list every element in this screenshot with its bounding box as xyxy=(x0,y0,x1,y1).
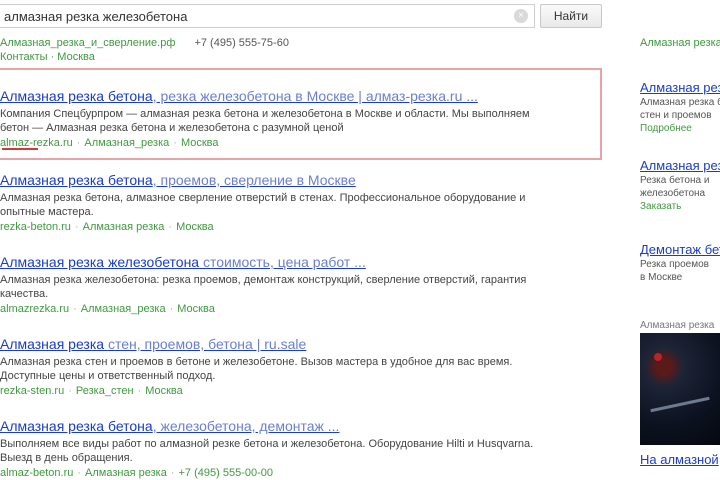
result-meta: almaz-rezka.ru · Алмазная_резка · Москва xyxy=(0,137,219,149)
result-snippet: опытные мастера. xyxy=(0,206,94,218)
sidebar-ad: Демонтаж бетона Резка проемов в Москве xyxy=(640,242,720,284)
result-title[interactable]: Алмазная резка стен, проемов, бетона | r… xyxy=(0,336,590,353)
result-item: Алмазная резка бетона, проемов, сверлени… xyxy=(0,172,590,234)
top-ad: Алмазная_резка_и_сверление.рф +7 (495) 5… xyxy=(0,36,540,64)
top-ad-sublinks[interactable]: Контакты · Москва xyxy=(0,50,540,64)
sidebar-image-caption[interactable]: На алмазной xyxy=(640,452,719,467)
result-meta: almazrezka.ru · Алмазная_резка · Москва xyxy=(0,303,215,315)
image-highlight xyxy=(654,353,662,361)
result-url[interactable]: almaz-rezka.ru xyxy=(0,137,73,149)
result-snippet: Алмазная резка стен и проемов в бетоне и… xyxy=(0,356,513,368)
sidebar-ad-title[interactable]: Алмазная резка xyxy=(640,158,720,174)
result-city[interactable]: Алмазная резка xyxy=(83,221,165,233)
result-title[interactable]: Алмазная резка бетона, проемов, сверлени… xyxy=(0,172,590,189)
sidebar: Алмазная резка в Москве Алмазная резка А… xyxy=(640,36,720,316)
result-region[interactable]: Москва xyxy=(145,385,183,397)
result-title[interactable]: Алмазная резка железобетона стоимость, ц… xyxy=(0,254,590,271)
result-item: Алмазная резка железобетона стоимость, ц… xyxy=(0,254,590,316)
result-city[interactable]: Алмазная резка xyxy=(85,467,167,479)
result-title[interactable]: Алмазная резка бетона, резка железобетон… xyxy=(0,88,590,105)
result-snippet: Выезд в день обращения. xyxy=(0,452,133,464)
sidebar-top-text[interactable]: Алмазная резка в Москве xyxy=(640,36,720,50)
result-item: Алмазная резка бетона, железобетона, дем… xyxy=(0,418,590,480)
result-meta: rezka-beton.ru · Алмазная резка · Москва xyxy=(0,221,214,233)
sidebar-ad-snippet: стен и проемов xyxy=(640,110,712,121)
top-ad-site[interactable]: Алмазная_резка_и_сверление.рф xyxy=(0,37,175,49)
result-url[interactable]: almazrezka.ru xyxy=(0,303,69,315)
sidebar-ad: Алмазная резка Алмазная резка бетона сте… xyxy=(640,80,720,135)
result-snippet: Компания Спецбурпром — алмазная резка бе… xyxy=(0,108,530,120)
sidebar-ad-snippet: Резка проемов xyxy=(640,259,709,270)
result-snippet: Выполняем все виды работ по алмазной рез… xyxy=(0,438,534,450)
sidebar-ad-title[interactable]: Демонтаж бетона xyxy=(640,242,720,258)
image-streak xyxy=(650,396,710,413)
search-button[interactable]: Найти xyxy=(540,4,602,28)
result-region[interactable]: Москва xyxy=(181,137,219,149)
sidebar-ad: Алмазная резка Резка бетона и железобето… xyxy=(640,158,720,213)
top-ad-phone[interactable]: +7 (495) 555-75-60 xyxy=(194,37,288,49)
sidebar-image-label: Алмазная резка xyxy=(640,320,715,331)
result-title[interactable]: Алмазная резка бетона, железобетона, дем… xyxy=(0,418,590,435)
result-region[interactable]: +7 (495) 555-00-00 xyxy=(179,467,273,479)
result-url[interactable]: almaz-beton.ru xyxy=(0,467,73,479)
sidebar-ad-snippet: в Москве xyxy=(640,272,683,283)
result-snippet: бетон — Алмазная резка бетона и железобе… xyxy=(0,122,344,134)
sidebar-image[interactable] xyxy=(640,333,720,445)
sidebar-ad-snippet: Резка бетона и xyxy=(640,175,710,186)
result-snippet: качества. xyxy=(0,288,49,300)
result-region[interactable]: Москва xyxy=(176,221,214,233)
result-meta: rezka-sten.ru · Резка_стен · Москва xyxy=(0,385,183,397)
search-bar: × xyxy=(0,4,535,28)
result-snippet: Доступные цены и ответственный подход. xyxy=(0,370,216,382)
result-snippet: Алмазная резка бетона, алмазное сверлени… xyxy=(0,192,526,204)
sidebar-ad-snippet: Алмазная резка бетона xyxy=(640,97,720,108)
sidebar-ad-snippet: железобетона xyxy=(640,188,706,199)
result-url[interactable]: rezka-beton.ru xyxy=(0,221,71,233)
result-item: Алмазная резка стен, проемов, бетона | r… xyxy=(0,336,590,398)
result-city[interactable]: Резка_стен xyxy=(76,385,134,397)
clear-icon[interactable]: × xyxy=(514,9,528,23)
sidebar-ad-link[interactable]: Подробнее xyxy=(640,122,720,135)
result-city[interactable]: Алмазная_резка xyxy=(81,303,166,315)
result-snippet: Алмазная резка железобетона: резка проем… xyxy=(0,274,527,286)
result-region[interactable]: Москва xyxy=(177,303,215,315)
result-city[interactable]: Алмазная_резка xyxy=(84,137,169,149)
result-item: Алмазная резка бетона, резка железобетон… xyxy=(0,88,590,150)
sidebar-ad-title[interactable]: Алмазная резка xyxy=(640,80,720,96)
sidebar-ad-link[interactable]: Заказать xyxy=(640,200,720,213)
result-url[interactable]: rezka-sten.ru xyxy=(0,385,64,397)
result-meta: almaz-beton.ru · Алмазная резка · +7 (495) 5… xyxy=(0,467,273,479)
search-input[interactable] xyxy=(0,5,500,27)
